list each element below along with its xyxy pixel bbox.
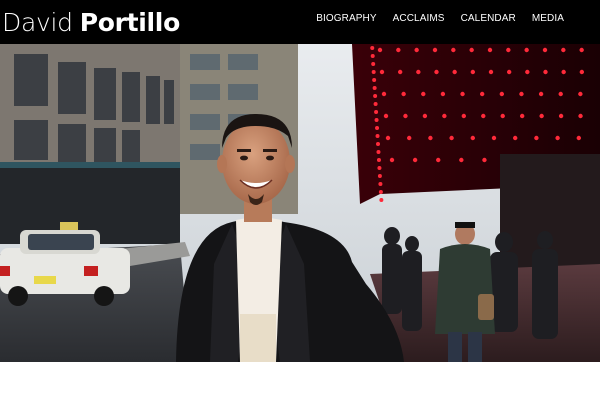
top-navigation-bar: David Portillo BIOGRAPHY ACCLAIMS CALEND… [0,0,600,44]
nav-biography[interactable]: BIOGRAPHY [316,13,376,24]
logo-first-name: David [2,7,73,37]
hero-slideshow [0,44,600,362]
site-logo[interactable]: David Portillo [2,6,180,38]
nav-acclaims[interactable]: ACCLAIMS [393,13,445,24]
hero-photo [0,44,600,362]
nav-calendar[interactable]: CALENDAR [461,13,516,24]
logo-last-name: Portillo [79,7,181,37]
nav-media[interactable]: MEDIA [532,13,564,24]
main-menu: BIOGRAPHY ACCLAIMS CALENDAR MEDIA [300,0,564,36]
